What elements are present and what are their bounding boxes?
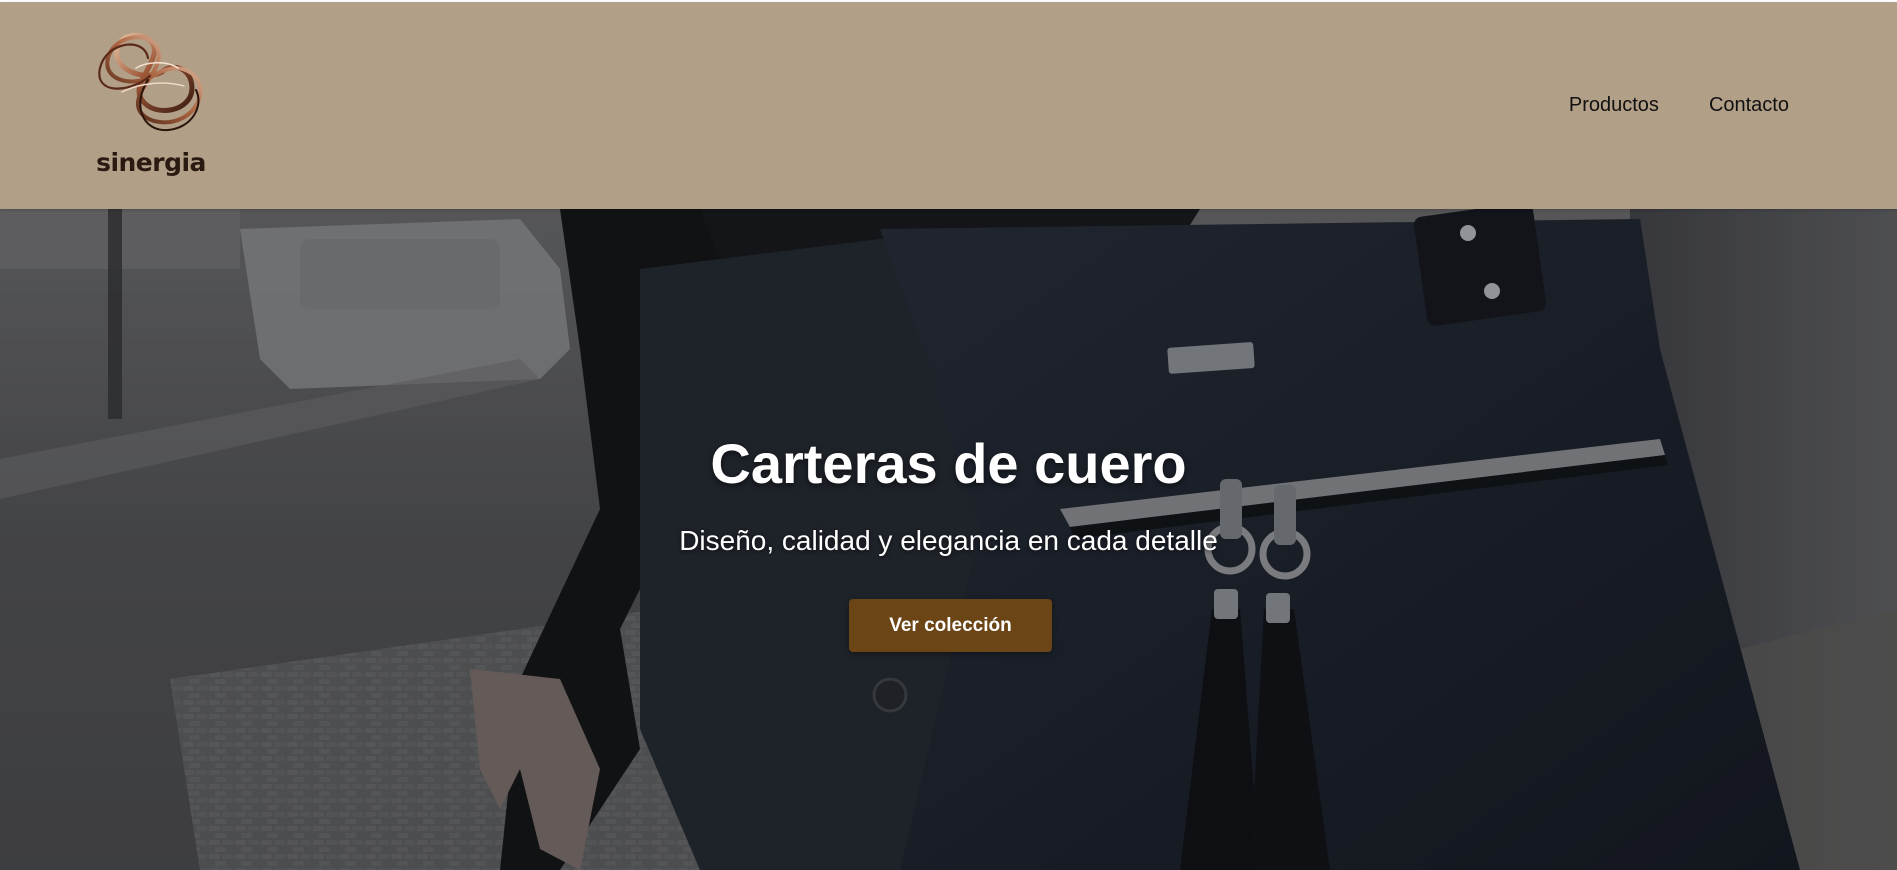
hero-content: Carteras de cuero Diseño, calidad y eleg… [0, 209, 1897, 870]
brand-wordmark: sinergia [96, 148, 206, 177]
infinity-knot-icon [98, 32, 203, 132]
brand-logo[interactable]: sinergia [86, 28, 216, 188]
ver-coleccion-button[interactable]: Ver colección [849, 599, 1052, 652]
hero-subtitle: Diseño, calidad y elegancia en cada deta… [679, 525, 1218, 556]
main-nav: Productos Contacto [1569, 94, 1789, 117]
hero-section: Carteras de cuero Diseño, calidad y eleg… [0, 209, 1897, 870]
nav-link-contacto[interactable]: Contacto [1709, 94, 1789, 117]
hero-title: Carteras de cuero [710, 432, 1187, 495]
site-header: sinergia Productos Contacto [0, 2, 1897, 209]
nav-link-productos[interactable]: Productos [1569, 94, 1659, 117]
